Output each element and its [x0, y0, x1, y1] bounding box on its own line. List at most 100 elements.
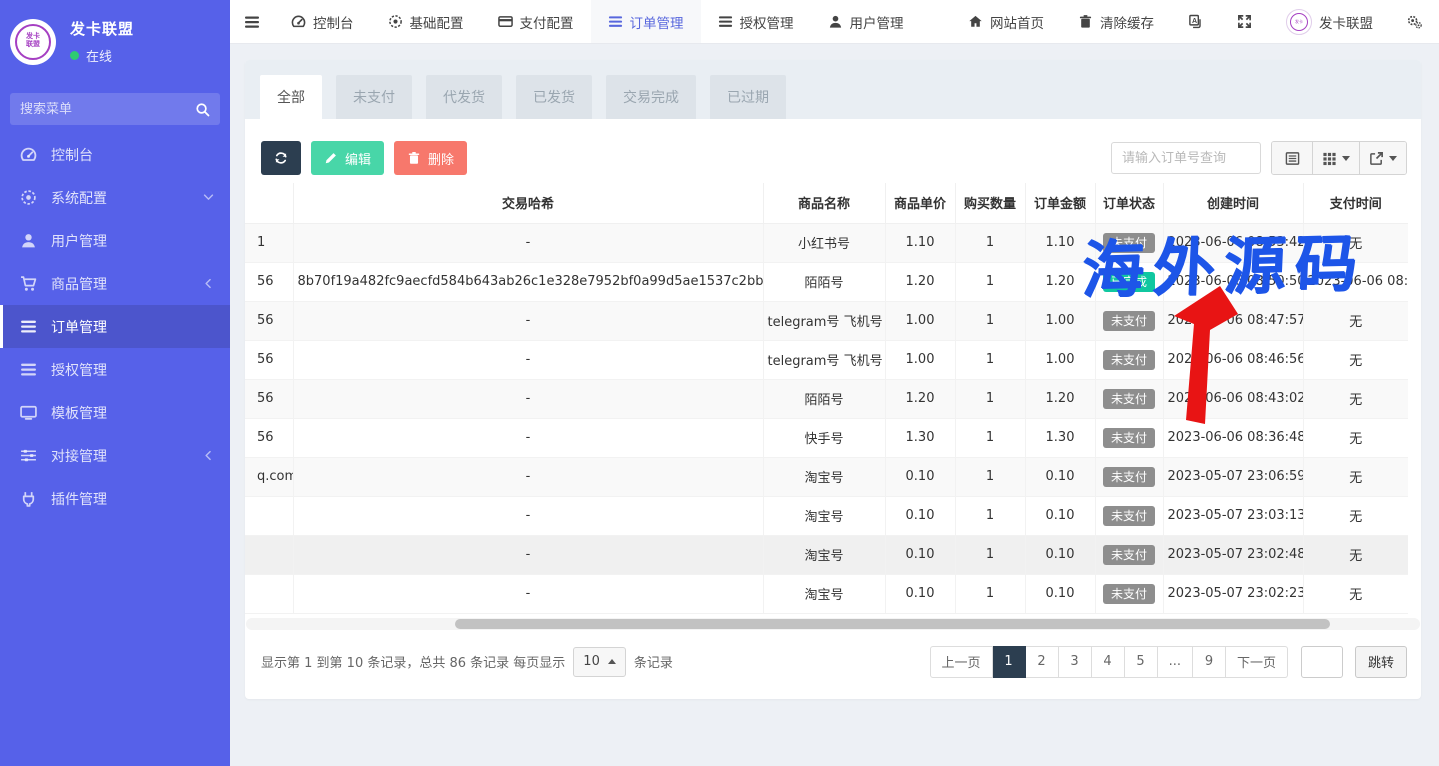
horizontal-scrollbar[interactable] — [246, 618, 1420, 630]
caret-down-icon — [1342, 156, 1350, 161]
topnav-clear-cache[interactable]: 清除缓存 — [1061, 0, 1171, 43]
topnav-language-button[interactable] — [1171, 0, 1220, 43]
table-row[interactable]: 56-陌陌号1.2011.20未支付2023-06-06 08:43:02无 — [245, 379, 1408, 418]
chevron-left-icon — [203, 450, 214, 461]
caret-down-icon — [1389, 156, 1397, 161]
page-button-9[interactable]: 9 — [1193, 646, 1226, 678]
chevron-down-icon — [203, 192, 214, 203]
refresh-icon — [274, 150, 288, 166]
topnav-auth-mgmt[interactable]: 授权管理 — [701, 0, 811, 43]
page-button-3[interactable]: 3 — [1059, 646, 1092, 678]
tab-to-ship[interactable]: 代发货 — [426, 75, 502, 119]
pagination-bar: 显示第 1 到第 10 条记录，总共 86 条记录 每页显示 10 条记录 上一… — [245, 630, 1421, 678]
table-row[interactable]: 568b70f19a482fc9aecfd584b643ab26c1e328e7… — [245, 262, 1408, 301]
sidebar-item-plugin-mgmt[interactable]: 插件管理 — [0, 477, 230, 520]
tachometer-icon — [20, 146, 37, 163]
sidebar-item-auth-mgmt[interactable]: 授权管理 — [0, 348, 230, 391]
tab-unpaid[interactable]: 未支付 — [336, 75, 412, 119]
list-icon — [20, 361, 37, 378]
sidebar-item-system-config[interactable]: 系统配置 — [0, 176, 230, 219]
columns-button[interactable] — [1313, 142, 1360, 174]
topnav-user-mgmt[interactable]: 用户管理 — [811, 0, 921, 43]
col-header-created[interactable]: 创建时间 — [1163, 183, 1303, 223]
table-row[interactable]: -淘宝号0.1010.10未支付2023-05-07 23:03:13无 — [245, 496, 1408, 535]
pagination-info-suffix: 条记录 — [634, 652, 673, 671]
page-button-2[interactable]: 2 — [1026, 646, 1059, 678]
tachometer-icon — [291, 14, 306, 29]
col-header-hash[interactable]: 交易哈希 — [293, 183, 763, 223]
page-button-5[interactable]: 5 — [1125, 646, 1158, 678]
col-header-clipped[interactable] — [245, 183, 293, 223]
refresh-button[interactable] — [261, 141, 301, 175]
sidebar-search-input[interactable] — [20, 102, 195, 117]
topnav-order-mgmt[interactable]: 订单管理 — [591, 0, 701, 43]
edit-button[interactable]: 编辑 — [311, 141, 384, 175]
topnav-site-home[interactable]: 网站首页 — [951, 0, 1061, 43]
sidebar-menu: 控制台 系统配置 用户管理 商品管理 订单管理 授权管理 模板管理 对接管理 插… — [0, 133, 230, 520]
cart-icon — [20, 275, 37, 292]
col-header-qty[interactable]: 购买数量 — [955, 183, 1025, 223]
trash-icon — [407, 151, 421, 165]
jump-page-input[interactable] — [1301, 646, 1343, 678]
sidebar-search[interactable] — [10, 93, 220, 125]
table-row[interactable]: 56-telegram号 飞机号1.0011.00未支付2023-06-06 0… — [245, 301, 1408, 340]
next-page-button[interactable]: 下一页 — [1226, 646, 1288, 678]
hamburger-icon — [244, 14, 260, 30]
sidebar-item-template-mgmt[interactable]: 模板管理 — [0, 391, 230, 434]
jump-button[interactable]: 跳转 — [1355, 646, 1407, 678]
sidebar-item-order-mgmt[interactable]: 订单管理 — [0, 305, 230, 348]
col-header-amount[interactable]: 订单金额 — [1025, 183, 1095, 223]
tab-shipped[interactable]: 已发货 — [516, 75, 592, 119]
col-header-paid[interactable]: 支付时间 — [1303, 183, 1408, 223]
sidebar-item-product-mgmt[interactable]: 商品管理 — [0, 262, 230, 305]
tab-expired[interactable]: 已过期 — [710, 75, 786, 119]
topnav-console[interactable]: 控制台 — [274, 0, 371, 43]
sidebar-item-integration-mgmt[interactable]: 对接管理 — [0, 434, 230, 477]
tab-all[interactable]: 全部 — [260, 75, 322, 119]
table-row[interactable]: 56-快手号1.3011.30未支付2023-06-06 08:36:48无 — [245, 418, 1408, 457]
page-button-4[interactable]: 4 — [1092, 646, 1125, 678]
export-button[interactable] — [1360, 142, 1406, 174]
prev-page-button[interactable]: 上一页 — [930, 646, 993, 678]
status-badge: 未支付 — [1103, 545, 1155, 565]
detail-view-button[interactable] — [1272, 142, 1313, 174]
list-icon — [718, 14, 733, 29]
col-header-status[interactable]: 订单状态 — [1095, 183, 1163, 223]
status-badge: 未支付 — [1103, 389, 1155, 409]
top-navbar: 控制台 基础配置 支付配置 订单管理 授权管理 用户管理 网站首页 清除缓存 发… — [230, 0, 1439, 44]
menu-toggle-button[interactable] — [230, 0, 274, 43]
status-badge: 已完成 — [1103, 272, 1155, 292]
status-badge: 未支付 — [1103, 311, 1155, 331]
search-icon[interactable] — [195, 102, 210, 117]
sidebar: 发卡联盟 发卡联盟 在线 控制台 系统配置 用户管理 商品管理 订单管理 授权管… — [0, 0, 230, 766]
order-search-input[interactable] — [1111, 142, 1261, 174]
topnav-payment-config[interactable]: 支付配置 — [481, 0, 591, 43]
scrollbar-thumb[interactable] — [455, 619, 1330, 629]
status-badge: 未支付 — [1103, 506, 1155, 526]
pagination-info: 显示第 1 到第 10 条记录，总共 86 条记录 每页显示 — [261, 652, 565, 671]
sidebar-item-console[interactable]: 控制台 — [0, 133, 230, 176]
caret-up-icon — [608, 659, 616, 664]
plug-icon — [20, 490, 37, 507]
page-size-select[interactable]: 10 — [573, 647, 626, 677]
delete-button[interactable]: 删除 — [394, 141, 467, 175]
brand-logo: 发卡联盟 — [10, 19, 56, 65]
topnav-base-config[interactable]: 基础配置 — [371, 0, 481, 43]
gear-icon — [20, 189, 37, 206]
page-button-1[interactable]: 1 — [993, 646, 1026, 678]
table-row[interactable]: -淘宝号0.1010.10未支付2023-05-07 23:02:23无 — [245, 574, 1408, 613]
tab-completed[interactable]: 交易完成 — [606, 75, 696, 119]
page-ellipsis[interactable]: ... — [1158, 646, 1193, 678]
table-row[interactable]: 56-telegram号 飞机号1.0011.00未支付2023-06-06 0… — [245, 340, 1408, 379]
table-row[interactable]: q.com-淘宝号0.1010.10未支付2023-05-07 23:06:59… — [245, 457, 1408, 496]
table-row[interactable]: 1-小红书号1.1011.10未支付2023-06-06 08:53:42无 — [245, 223, 1408, 262]
col-header-price[interactable]: 商品单价 — [885, 183, 955, 223]
topnav-account[interactable]: 发卡 发卡联盟 — [1269, 0, 1390, 43]
col-header-product[interactable]: 商品名称 — [763, 183, 885, 223]
list-view-icon — [1285, 151, 1300, 166]
table-row[interactable]: -淘宝号0.1010.10未支付2023-05-07 23:02:48无 — [245, 535, 1408, 574]
table-toolbar: 编辑 删除 — [245, 119, 1421, 175]
topnav-settings-button[interactable] — [1390, 0, 1439, 43]
sidebar-item-user-mgmt[interactable]: 用户管理 — [0, 219, 230, 262]
topnav-fullscreen-button[interactable] — [1220, 0, 1269, 43]
